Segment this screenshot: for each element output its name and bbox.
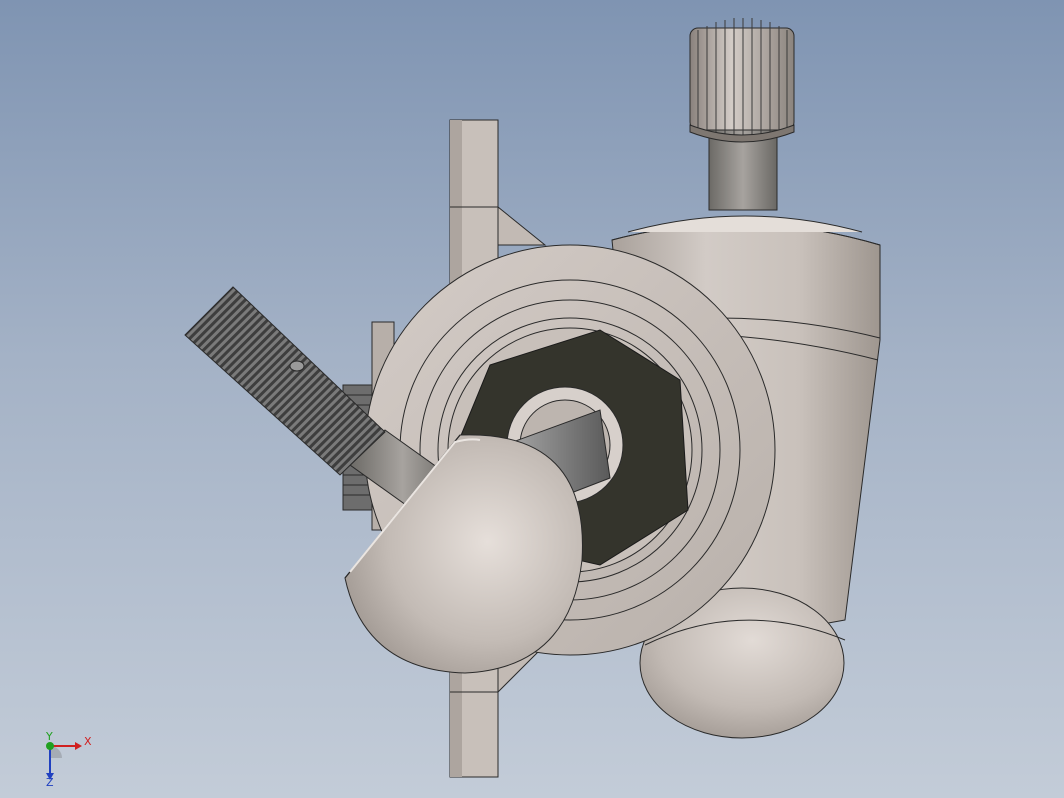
cad-model[interactable] — [0, 0, 1064, 798]
orientation-triad: X Y Z — [45, 730, 92, 786]
knurled-knob[interactable] — [689, 18, 795, 211]
x-axis-label: X — [84, 735, 92, 748]
y-axis-dot — [46, 742, 54, 750]
z-axis-label: Z — [46, 776, 54, 786]
x-arrowhead — [75, 742, 82, 750]
y-axis-label: Y — [45, 730, 53, 743]
cad-viewport[interactable]: X Y Z — [0, 0, 1064, 798]
